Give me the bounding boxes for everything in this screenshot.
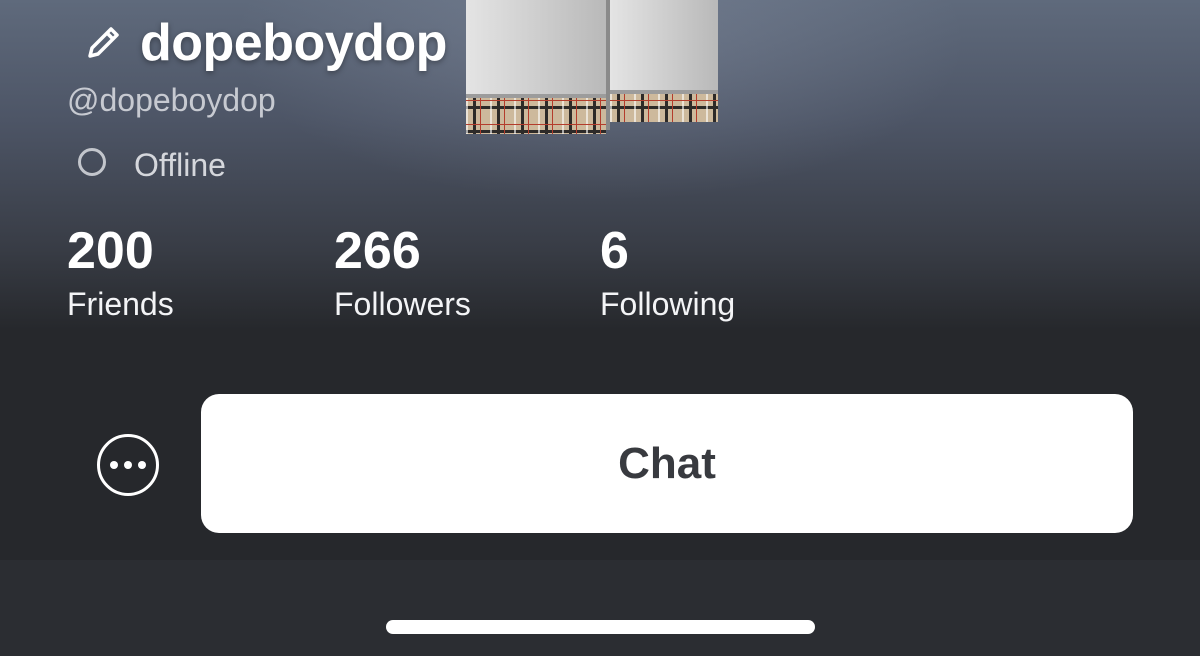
chat-button[interactable]: Chat — [201, 394, 1133, 533]
friends-label: Friends — [67, 286, 174, 322]
following-stat[interactable]: 6 Following — [600, 220, 735, 324]
avatar-image[interactable] — [462, 0, 722, 140]
friends-count: 200 — [67, 222, 154, 280]
chat-button-label: Chat — [618, 438, 716, 488]
pencil-icon[interactable] — [84, 22, 124, 62]
more-options-button[interactable] — [97, 434, 159, 496]
home-indicator[interactable] — [386, 620, 815, 634]
bottom-bar — [0, 560, 1200, 656]
following-label: Following — [600, 286, 736, 322]
more-dot — [124, 461, 132, 469]
friends-stat[interactable]: 200 Friends — [67, 220, 174, 324]
more-dot — [138, 461, 146, 469]
followers-count: 266 — [334, 222, 421, 280]
followers-label: Followers — [334, 286, 471, 322]
display-name: dopeboydop — [140, 14, 447, 72]
followers-stat[interactable]: 266 Followers — [334, 220, 471, 324]
more-horizontal-icon — [110, 461, 118, 469]
username-handle: @dopeboydop — [67, 82, 276, 118]
following-count: 6 — [600, 222, 629, 280]
status-circle-icon — [78, 148, 106, 176]
status-text: Offline — [134, 147, 226, 183]
